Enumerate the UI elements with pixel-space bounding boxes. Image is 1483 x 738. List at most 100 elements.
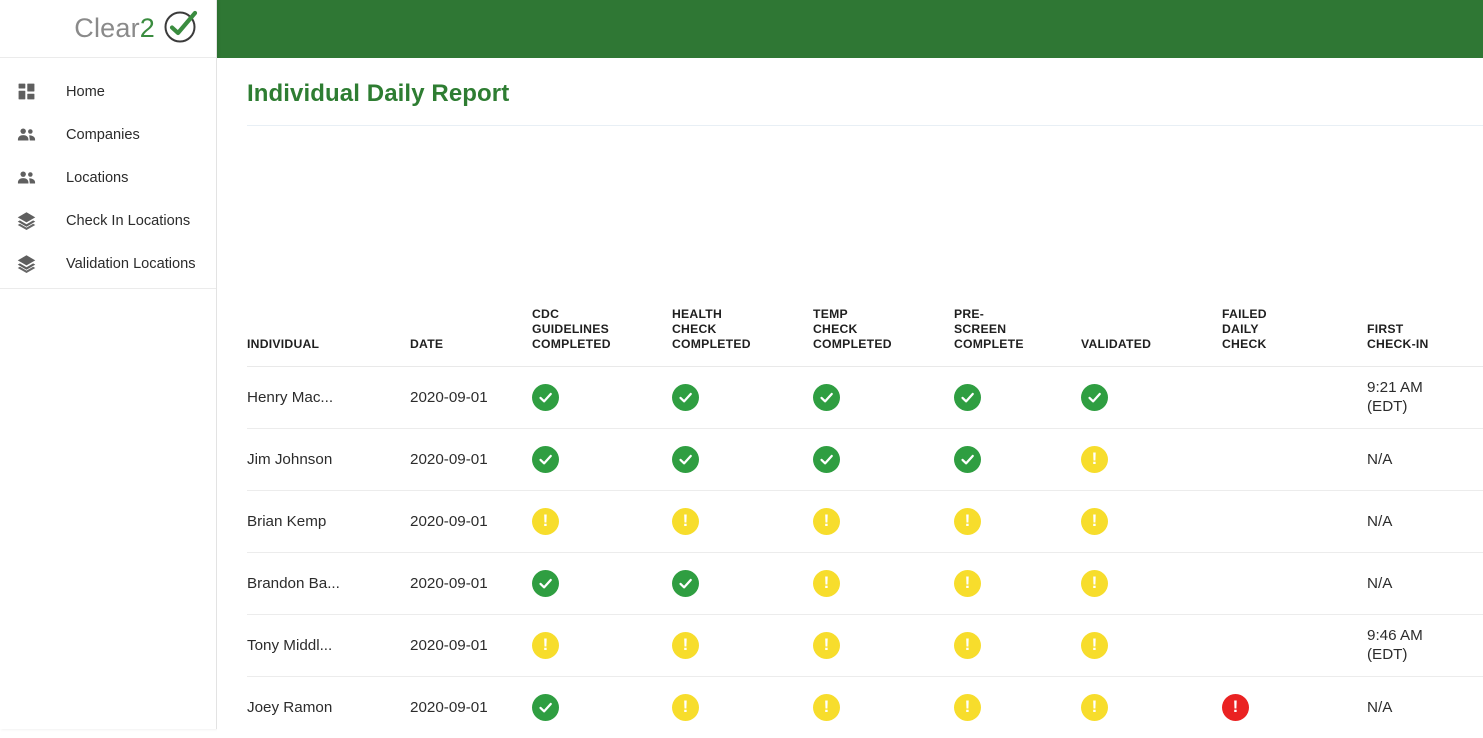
cell-failed-status: [1222, 490, 1367, 553]
table-row[interactable]: Joey Ramon 2020-09-01!!!!! N/A: [247, 676, 1483, 738]
circled-check-icon: [162, 7, 200, 50]
sidebar: Clear2 Home Companies Locations Check In…: [0, 0, 217, 729]
brand-wordmark: Clear2: [74, 13, 155, 44]
cell-temp-status: [813, 428, 954, 491]
status-warning-icon: !: [1081, 507, 1108, 535]
dashboard-icon: [12, 80, 40, 104]
cell-cdc-status: [532, 676, 672, 738]
status-check-icon: [813, 383, 840, 411]
column-header-health-check-completed[interactable]: HEALTH CHECK COMPLETED: [672, 290, 813, 367]
sidebar-item-companies[interactable]: Companies: [0, 113, 216, 156]
column-header-line: DAILY: [1222, 321, 1259, 336]
status-empty: [1222, 505, 1249, 532]
status-check-icon: [532, 693, 559, 721]
sidebar-item-label: Locations: [66, 169, 129, 186]
status-empty: [1222, 443, 1249, 470]
status-empty: [1222, 567, 1249, 594]
column-header-date[interactable]: DATE: [410, 290, 532, 367]
cell-failed-status: [1222, 428, 1367, 491]
table-header-row: INDIVIDUAL DATE CDC GUIDELINES COMPLETED H…: [247, 290, 1483, 367]
column-header-line: TEMP: [813, 306, 848, 321]
brand-logo[interactable]: Clear2: [0, 0, 216, 58]
column-header-cdc-guidelines-completed[interactable]: CDC GUIDELINES COMPLETED: [532, 290, 672, 367]
column-header-failed-daily-check[interactable]: FAILED DAILY CHECK: [1222, 290, 1367, 367]
cell-first-check-in: N/A: [1367, 552, 1483, 615]
status-warning-icon: !: [954, 631, 981, 659]
cell-validated-status: [1081, 366, 1222, 429]
status-warning-icon: !: [672, 693, 699, 721]
status-warning-icon: !: [954, 569, 981, 597]
cell-health-status: !: [672, 676, 813, 738]
sidebar-item-label: Validation Locations: [66, 255, 196, 272]
column-header-line: PRE-: [954, 306, 985, 321]
status-warning-icon: !: [813, 569, 840, 597]
status-warning-icon: !: [954, 507, 981, 535]
sidebar-item-label: Companies: [66, 126, 140, 143]
status-warning-icon: !: [1081, 693, 1108, 721]
report-table-container: INDIVIDUAL DATE CDC GUIDELINES COMPLETED H…: [247, 290, 1483, 738]
table-row[interactable]: Henry Mac... 2020-09-01 9:21 AM (EDT): [247, 366, 1483, 429]
column-header-line: DATE: [410, 336, 444, 351]
cell-failed-status: [1222, 614, 1367, 677]
table-head: INDIVIDUAL DATE CDC GUIDELINES COMPLETED H…: [247, 290, 1483, 367]
table-row[interactable]: Brandon Ba... 2020-09-01!!! N/A: [247, 552, 1483, 615]
main-content: Individual Daily Report INDIVIDUAL DATE …: [217, 58, 1483, 732]
table-row[interactable]: Tony Middl... 2020-09-01!!!!! 9:46 AM (EDT…: [247, 614, 1483, 677]
cell-health-status: [672, 366, 813, 429]
top-header-bar: [216, 0, 1483, 58]
cell-cdc-status: [532, 366, 672, 429]
status-check-icon: [532, 569, 559, 597]
cell-date: 2020-09-01: [410, 698, 488, 716]
cell-cdc-status: [532, 428, 672, 491]
status-check-icon: [672, 445, 699, 473]
cell-validated-status: !: [1081, 614, 1222, 677]
cell-pre-status: !: [954, 676, 1081, 738]
cell-date: 2020-09-01: [410, 552, 532, 615]
column-header-line: FAILED: [1222, 306, 1267, 321]
column-header-line: HEALTH: [672, 306, 723, 321]
individual-daily-report-table: INDIVIDUAL DATE CDC GUIDELINES COMPLETED H…: [247, 290, 1483, 738]
column-header-pre-screen-complete[interactable]: PRE- SCREEN COMPLETE: [954, 290, 1081, 367]
sidebar-item-validation-locations[interactable]: Validation Locations: [0, 242, 216, 285]
status-check-icon: [1081, 383, 1108, 411]
column-header-validated[interactable]: VALIDATED: [1081, 290, 1222, 367]
cell-validated-status: !: [1081, 428, 1222, 491]
status-warning-icon: !: [813, 631, 840, 659]
status-warning-icon: !: [813, 507, 840, 535]
column-header-line: COMPLETED: [532, 336, 611, 351]
sidebar-divider: [0, 288, 216, 289]
column-header-line: GUIDELINES: [532, 321, 609, 336]
sidebar-item-home[interactable]: Home: [0, 70, 216, 113]
cell-temp-status: !: [813, 676, 954, 738]
status-warning-icon: !: [532, 507, 559, 535]
cell-individual: Brian Kemp: [247, 490, 410, 553]
status-warning-icon: !: [1081, 445, 1108, 473]
status-check-icon: [813, 445, 840, 473]
sidebar-nav: Home Companies Locations Check In Locati…: [0, 58, 216, 285]
cell-first-check-in: 9:46 AM (EDT): [1367, 614, 1483, 677]
cell-temp-status: !: [813, 614, 954, 677]
table-row[interactable]: Jim Johnson 2020-09-01! N/A: [247, 428, 1483, 491]
column-header-line: VALIDATED: [1081, 336, 1152, 351]
column-header-line: COMPLETED: [813, 336, 892, 351]
sidebar-item-check-in-locations[interactable]: Check In Locations: [0, 199, 216, 242]
column-header-line: INDIVIDUAL: [247, 336, 320, 351]
column-header-first-check-in[interactable]: FIRST CHECK-IN: [1367, 290, 1483, 367]
column-header-temp-check-completed[interactable]: TEMP CHECK COMPLETED: [813, 290, 954, 367]
column-header-line: CHECK-IN: [1367, 336, 1429, 351]
cell-temp-status: !: [813, 552, 954, 615]
cell-pre-status: [954, 428, 1081, 491]
cell-validated-status: !: [1081, 676, 1222, 738]
title-divider: [247, 125, 1483, 126]
cell-individual: Henry Mac...: [247, 366, 410, 429]
layers-icon: [12, 209, 40, 233]
status-check-icon: [954, 383, 981, 411]
status-error-icon: !: [1222, 693, 1249, 721]
status-empty: [1222, 381, 1249, 408]
cell-validated-status: !: [1081, 552, 1222, 615]
table-row[interactable]: Brian Kemp 2020-09-01!!!!! N/A: [247, 490, 1483, 553]
status-check-icon: [672, 383, 699, 411]
column-header-individual[interactable]: INDIVIDUAL: [247, 290, 410, 367]
status-warning-icon: !: [672, 631, 699, 659]
sidebar-item-locations[interactable]: Locations: [0, 156, 216, 199]
